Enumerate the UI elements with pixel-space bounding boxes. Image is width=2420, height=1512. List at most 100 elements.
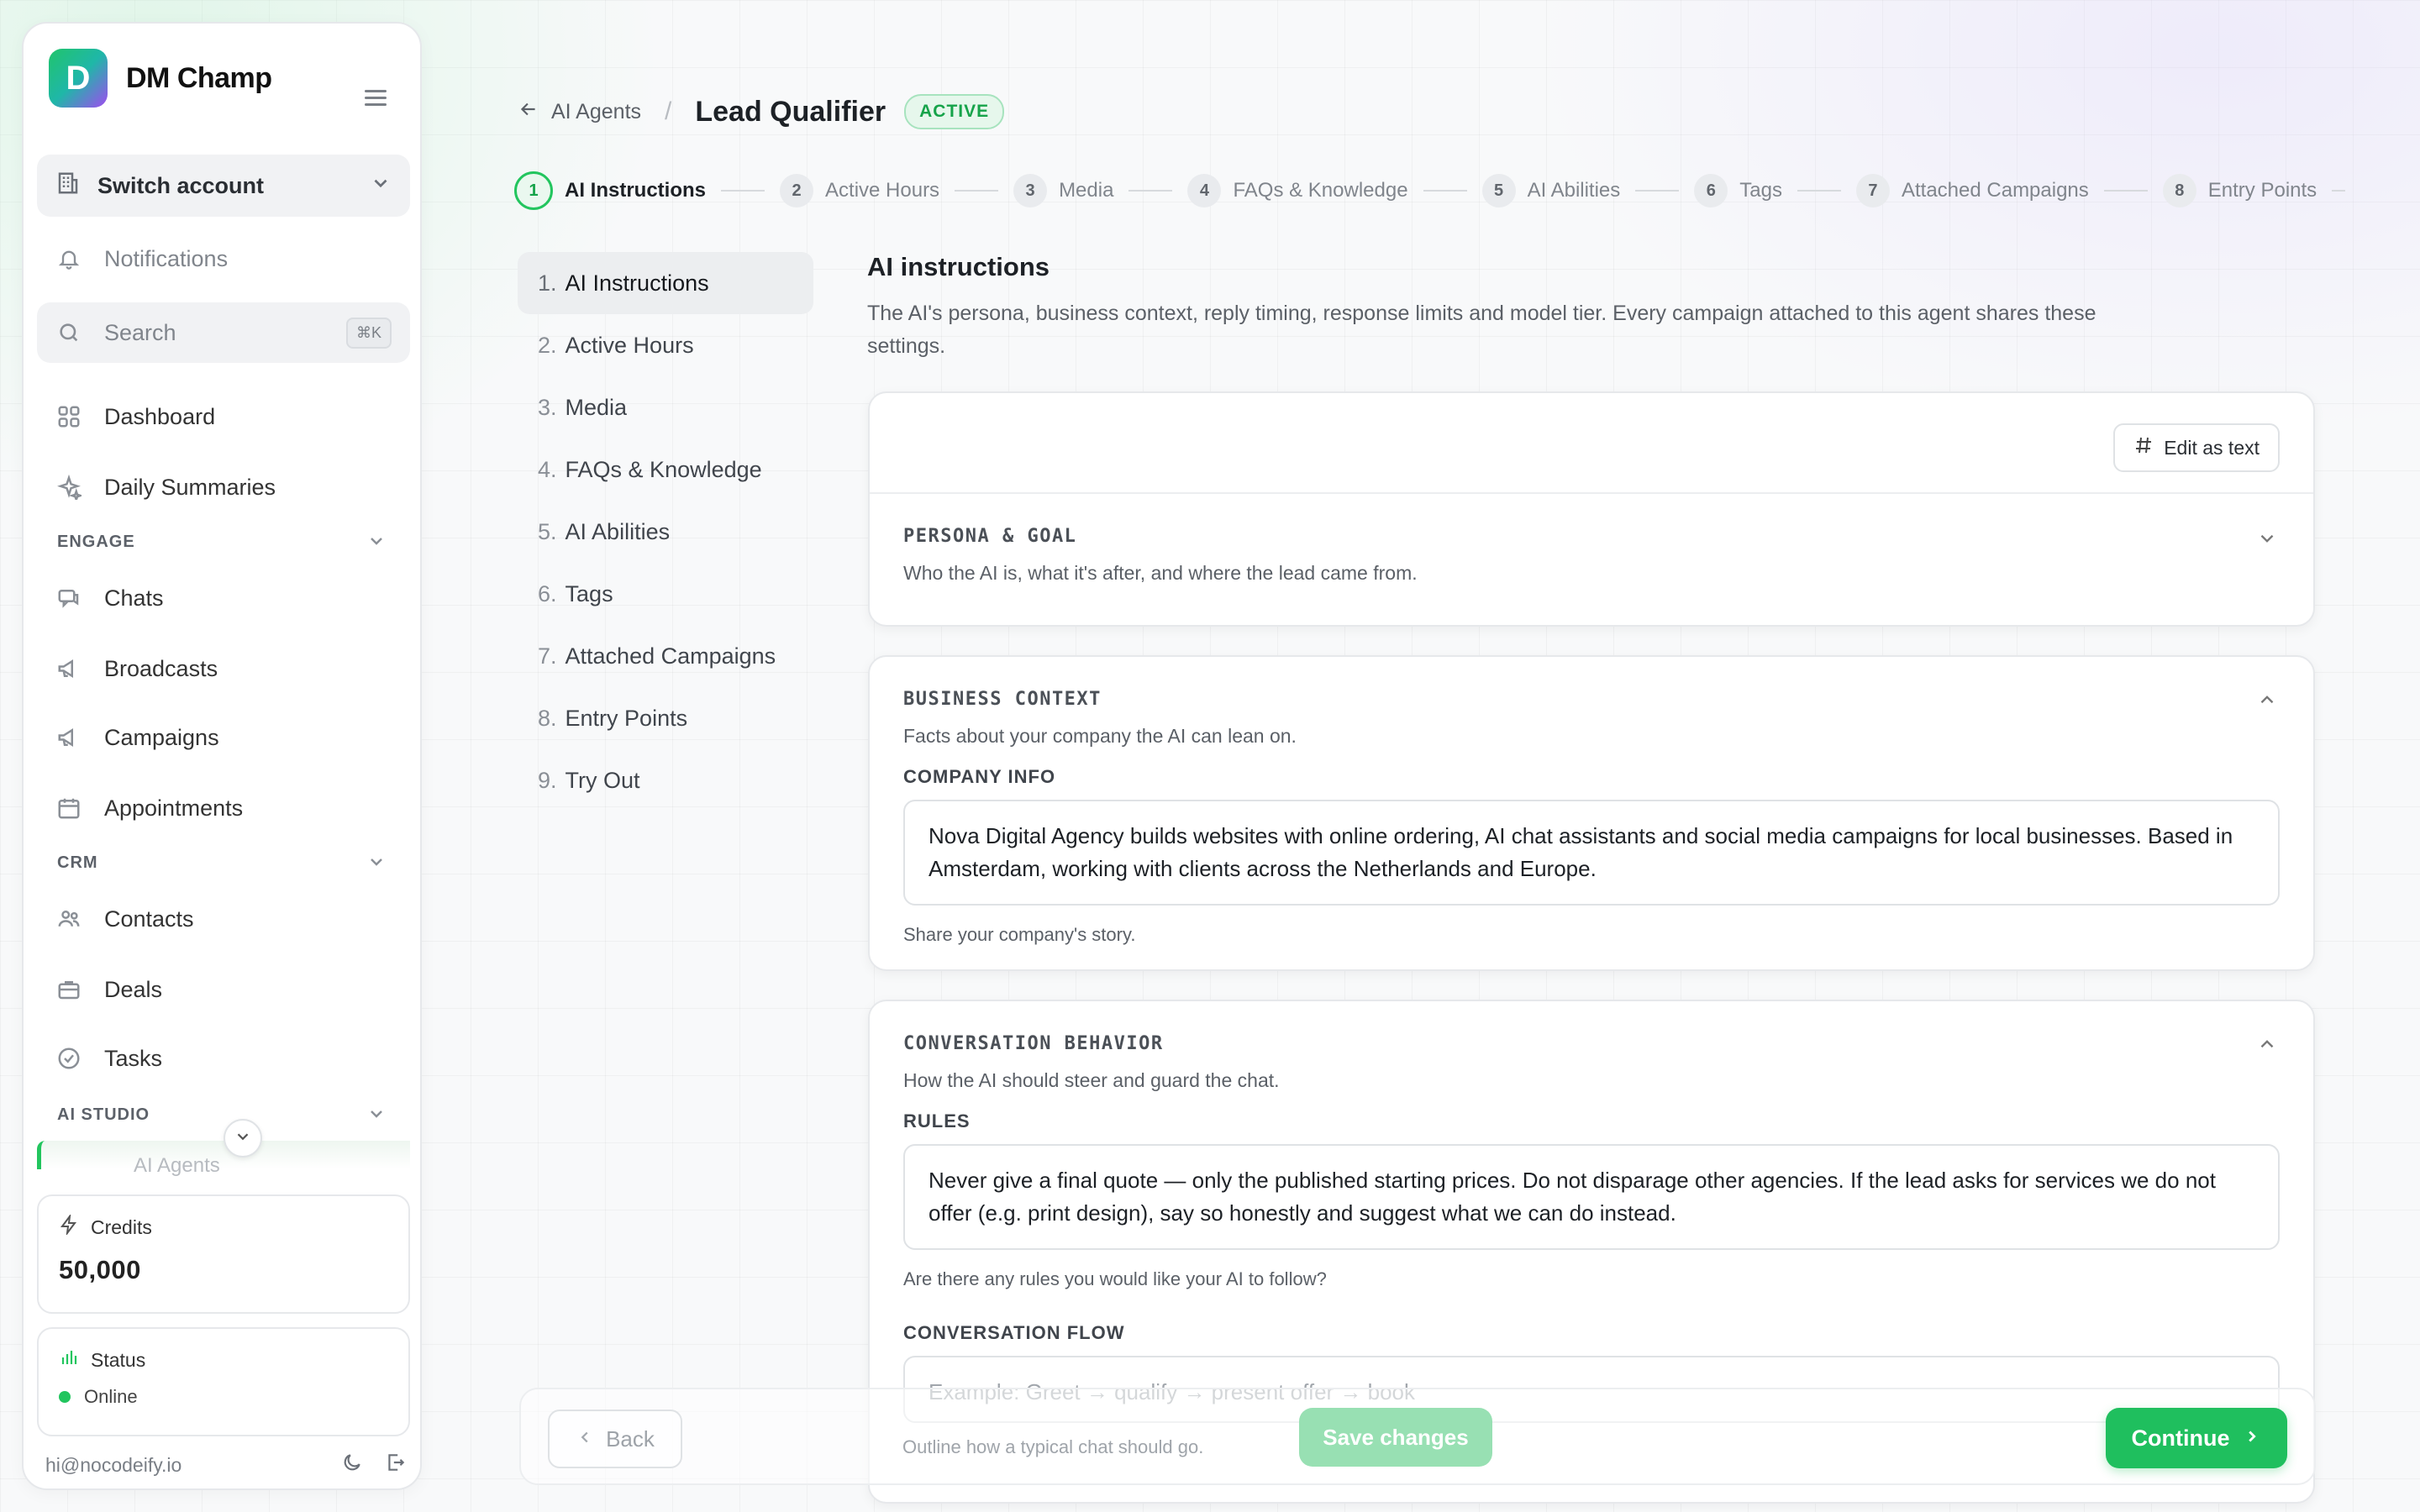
persona-goal-header[interactable]: PERSONA & GOAL Who the AI is, what it's … [870,494,2313,617]
sidebar-item-notifications[interactable]: Notifications [37,228,410,289]
step-ai-abilities[interactable]: 5 AI Abilities [1481,174,1620,207]
credits-label: Credits [91,1215,152,1238]
breadcrumb-parent: AI Agents [551,99,642,123]
chevron-down-icon[interactable] [366,1104,387,1128]
logout-icon[interactable] [385,1452,407,1478]
breadcrumb: AI Agents / Lead Qualifier ACTIVE [518,94,1005,129]
step-number: 2 [780,174,814,207]
stepnav-item-active-hours[interactable]: 2. Active Hours [518,314,813,376]
step-faqs-knowledge[interactable]: 4 FAQs & Knowledge [1187,174,1408,207]
rules-field[interactable]: Never give a final quote — only the publ… [903,1144,2280,1250]
step-attached-campaigns[interactable]: 7 Attached Campaigns [1855,174,2089,207]
step-number: 7 [1855,174,1890,207]
save-changes-button[interactable]: Save changes [1299,1408,1492,1467]
sidebar-footer: hi@nocodeify.io [45,1452,407,1478]
step-entry-points[interactable]: 8 Entry Points [2162,174,2317,207]
users-icon [55,906,82,932]
continue-button[interactable]: Continue [2106,1408,2287,1468]
step-number: 4 [1187,174,1222,207]
step-number: 1 [514,171,553,210]
search-label: Search [104,319,176,345]
stepnav-label: Attached Campaigns [565,643,776,669]
page-title: Lead Qualifier [695,95,886,128]
stepnav-item-tags[interactable]: 6. Tags [518,563,813,625]
back-button[interactable]: Back [548,1410,682,1468]
sidebar-item-daily-summaries[interactable]: Daily Summaries [37,457,410,517]
field-label: CONVERSATION FLOW [903,1322,1125,1343]
chevron-down-icon[interactable] [2256,528,2278,554]
step-active-hours[interactable]: 2 Active Hours [780,174,939,207]
step-label: Active Hours [825,179,940,202]
step-connector [955,190,999,192]
sparkles-icon [55,474,82,501]
sidebar-item-ai-agents[interactable]: AI Agents [37,1141,410,1177]
status-dot [59,1391,71,1403]
section-label-engage: ENGAGE [57,533,135,551]
step-connector [1635,190,1680,192]
step-tags[interactable]: 6 Tags [1694,174,1782,207]
step-label: AI Instructions [565,179,707,202]
sidebar-item-label: Chats [104,585,164,611]
chevron-up-icon[interactable] [2256,689,2278,715]
chevron-down-icon [234,1127,252,1150]
section-label-crm: CRM [57,853,98,872]
stepnav-item-media[interactable]: 3. Media [518,376,813,438]
sidebar-item-label: Notifications [104,245,229,271]
stepnav-item-ai-instructions[interactable]: 1. AI Instructions [518,252,813,314]
calendar-icon [55,795,82,822]
brand[interactable]: D DM Champ [49,49,272,108]
sidebar-item-tasks[interactable]: Tasks [37,1028,410,1089]
back-to-ai-agents-link[interactable]: AI Agents [518,98,641,126]
chevron-down-icon[interactable] [366,531,387,555]
persona-goal-card: Edit as text PERSONA & GOAL Who the AI i… [868,391,2315,627]
step-connector [1128,190,1173,192]
step-connector [2103,190,2148,192]
section-label-ai-studio: AI STUDIO [57,1105,150,1124]
sidebar-item-campaigns[interactable]: Campaigns [37,707,410,768]
stepnav-item-entry-points[interactable]: 8. Entry Points [518,687,813,749]
moon-icon[interactable] [341,1452,363,1478]
hamburger-menu-icon[interactable] [365,86,387,110]
briefcase-icon [55,976,82,1003]
section-title: PERSONA & GOAL [903,526,1077,547]
sidebar-item-appointments[interactable]: Appointments [37,778,410,838]
sidebar-item-broadcasts[interactable]: Broadcasts [37,638,410,699]
step-label: Tags [1739,179,1782,202]
step-number: 5 [1481,174,1516,207]
sidebar-item-dashboard[interactable]: Dashboard [37,386,410,447]
scroll-down-button[interactable] [224,1119,262,1158]
chevron-right-icon [2243,1425,2261,1452]
stepnav-item-try-out[interactable]: 9. Try Out [518,749,813,811]
chat-icon [55,585,82,612]
company-info-field[interactable]: Nova Digital Agency builds websites with… [903,800,2280,906]
lightning-icon [59,1213,79,1240]
sidebar-item-contacts[interactable]: Contacts [37,889,410,949]
sidebar-item-chats[interactable]: Chats [37,568,410,628]
step-ai-instructions[interactable]: 1 AI Instructions [514,171,706,210]
sidebar-item-label: Broadcasts [104,655,218,681]
bar-chart-icon [59,1347,79,1373]
step-media[interactable]: 3 Media [1013,174,1113,207]
stepnav-item-attached-campaigns[interactable]: 7. Attached Campaigns [518,625,813,687]
chevron-down-icon[interactable] [366,852,387,876]
sidebar-item-deals[interactable]: Deals [37,959,410,1020]
bottom-action-bar: Back Save changes Continue [519,1388,2316,1485]
sidebar-item-label: AI Agents [134,1154,220,1177]
building-icon [55,171,81,202]
section-title: CONVERSATION BEHAVIOR [903,1033,1164,1054]
switch-account-button[interactable]: Switch account [37,155,410,217]
step-connector [2332,190,2346,192]
stepnav-label: Media [565,394,628,420]
section-subtitle: Facts about your company the AI can lean… [903,725,1297,747]
stepnav-item-ai-abilities[interactable]: 5. AI Abilities [518,501,813,563]
chevron-left-icon [576,1426,594,1452]
sidebar-item-label: Appointments [104,795,244,821]
continue-label: Continue [2131,1425,2230,1451]
stepnav-item-faqs-knowledge[interactable]: 4. FAQs & Knowledge [518,438,813,501]
edit-as-text-button[interactable]: Edit as text [2113,423,2280,472]
step-connector [1797,190,1841,192]
chevron-up-icon[interactable] [2256,1033,2278,1059]
field-help: Share your company's story. [903,924,1136,945]
search-input[interactable]: Search ⌘K [37,302,410,363]
step-number: 6 [1694,174,1728,207]
